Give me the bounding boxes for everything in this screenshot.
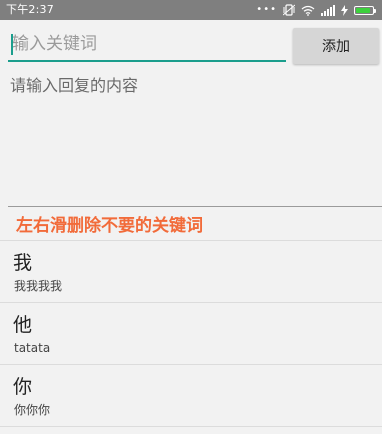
add-button[interactable]: 添加	[293, 28, 379, 64]
keyword-list: 我 我我我我 他 tatata 你 你你你	[0, 240, 382, 427]
vibrate-icon	[283, 4, 295, 16]
battery-icon	[354, 5, 376, 15]
status-time: 下午2:37	[6, 3, 54, 16]
text-cursor	[11, 34, 13, 55]
item-keyword: 他	[13, 314, 33, 336]
keyword-input[interactable]	[8, 28, 286, 62]
battery-level	[356, 7, 370, 13]
keyword-list-item[interactable]: 你 你你你	[0, 365, 382, 426]
reply-input[interactable]	[8, 70, 374, 206]
charging-icon	[341, 4, 348, 16]
reply-input-underline	[8, 206, 382, 207]
signal-icon	[321, 4, 335, 16]
item-reply: 你你你	[14, 403, 51, 417]
swipe-hint: 左右滑删除不要的关键词	[16, 216, 203, 236]
keyword-list-item[interactable]: 我 我我我我	[0, 241, 382, 302]
status-bar: 下午2:37 •••	[0, 0, 382, 20]
dots-icon: •••	[256, 4, 277, 15]
item-keyword: 我	[13, 252, 33, 274]
keyword-list-item[interactable]: 他 tatata	[0, 303, 382, 364]
item-keyword: 你	[13, 376, 33, 398]
wifi-icon	[301, 5, 315, 16]
item-reply: 我我我我	[14, 279, 63, 293]
list-divider	[0, 426, 382, 427]
item-reply: tatata	[14, 341, 51, 355]
status-icons: •••	[256, 3, 376, 17]
